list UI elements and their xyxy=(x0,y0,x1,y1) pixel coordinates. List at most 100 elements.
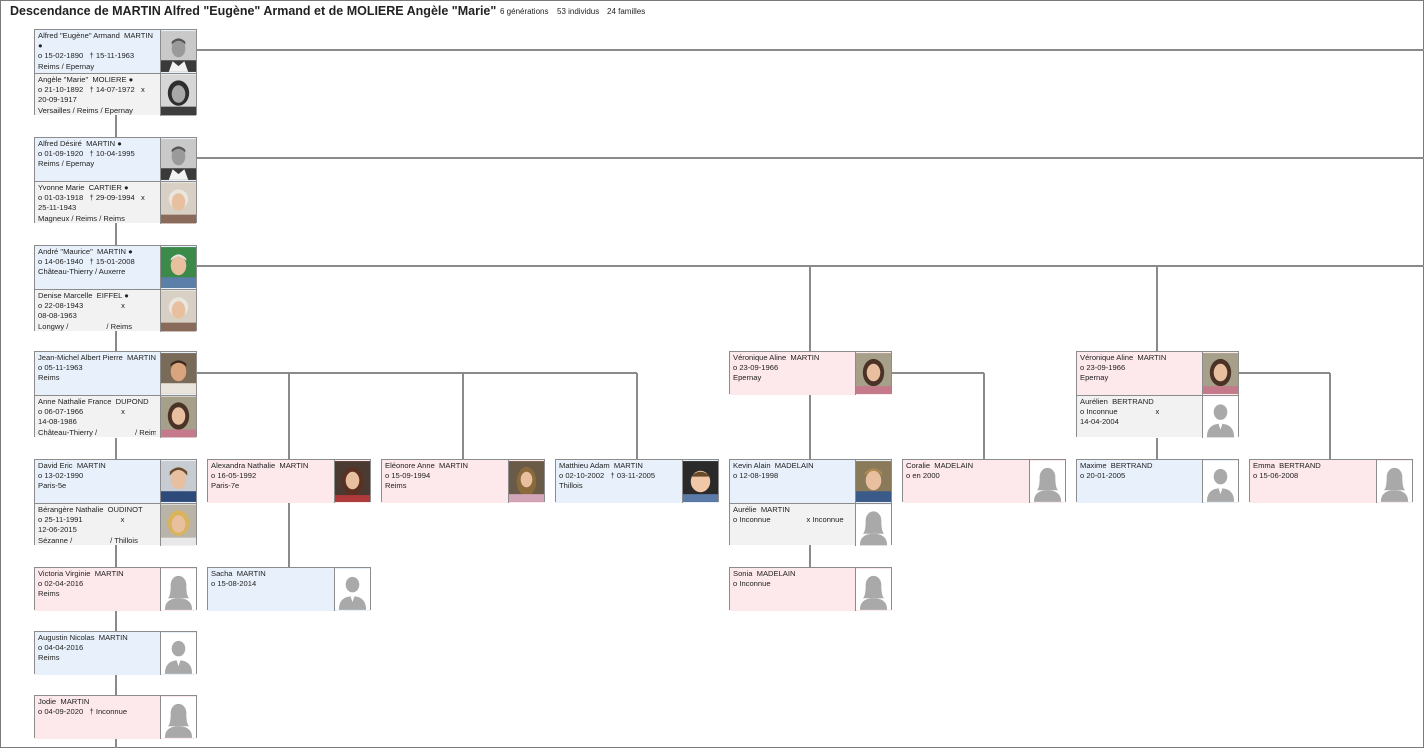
person-name: Alfred "Eugène" Armand MARTIN ● xyxy=(38,31,153,51)
person-box[interactable]: Alexandra Nathalie MARTIN o 16-05-1992 Par… xyxy=(208,460,370,503)
person-box[interactable]: Alfred Désiré MARTIN ● o 01-09-1920 † 10-… xyxy=(35,138,196,181)
person-card[interactable]: Eléonore Anne MARTIN o 15-09-1994 Reims xyxy=(381,459,545,503)
person-text: Sacha MARTIN o 15-08-2014 xyxy=(211,569,330,589)
person-photo xyxy=(160,182,196,224)
person-box[interactable]: Victoria Virginie MARTIN o 02-04-2016 Reim… xyxy=(35,568,196,611)
person-box[interactable]: Jean-Michel Albert Pierre MARTIN o 05-11-… xyxy=(35,352,196,395)
family-card[interactable]: Jean-Michel Albert Pierre MARTIN o 05-11-… xyxy=(34,351,197,438)
avatar-placeholder-icon xyxy=(855,504,891,546)
person-dates: o Inconnue x 14-04-2004 xyxy=(1080,407,1160,427)
person-places: Paris-5e xyxy=(38,481,67,491)
family-card[interactable]: Kevin Alain MADELAIN o 12-08-1998 Aurélie … xyxy=(729,459,892,546)
family-card[interactable]: Alfred "Eugène" Armand MARTIN ● o 15-02-1… xyxy=(34,29,197,116)
person-text: Victoria Virginie MARTIN o 02-04-2016 Reim… xyxy=(38,569,156,600)
person-places: Paris-7e xyxy=(211,481,240,491)
person-dates: o 01-09-1920 † 10-04-1995 xyxy=(38,149,135,159)
person-card[interactable]: Sacha MARTIN o 15-08-2014 xyxy=(207,567,371,611)
person-box[interactable]: Sonia MADELAIN o Inconnue xyxy=(730,568,891,611)
person-photo xyxy=(334,460,370,503)
person-box[interactable]: Alfred "Eugène" Armand MARTIN ● o 15-02-1… xyxy=(35,30,196,73)
person-box[interactable]: Eléonore Anne MARTIN o 15-09-1994 Reims xyxy=(382,460,544,503)
person-name: Jean-Michel Albert Pierre MARTIN xyxy=(38,353,156,362)
person-box[interactable]: Véronique Aline MARTIN o 23-09-1966 Eperna… xyxy=(730,352,891,395)
person-dates: o 02-10-2002 † 03-11-2005 xyxy=(559,471,656,481)
avatar-placeholder-icon xyxy=(855,568,891,611)
family-card[interactable]: André "Maurice" MARTIN ● o 14-06-1940 † 1… xyxy=(34,245,197,332)
avatar-placeholder-icon xyxy=(1029,460,1065,503)
person-card[interactable]: Véronique Aline MARTIN o 23-09-1966 Eperna… xyxy=(729,351,892,395)
family-card[interactable]: Alfred Désiré MARTIN ● o 01-09-1920 † 10-… xyxy=(34,137,197,224)
person-name: Aurélien BERTRAND xyxy=(1080,397,1154,406)
person-dates: o 14-06-1940 † 15-01-2008 xyxy=(38,257,135,267)
person-photo xyxy=(160,352,196,395)
person-box[interactable]: David Eric MARTIN o 13-02-1990 Paris-5e xyxy=(35,460,196,503)
person-name: Eléonore Anne MARTIN xyxy=(385,461,469,470)
person-dates: o 04-09-2020 † Inconnue xyxy=(38,707,128,717)
person-card[interactable]: Emma BERTRAND o 15-06-2008 xyxy=(1249,459,1413,503)
avatar-placeholder-icon xyxy=(160,568,196,611)
person-box[interactable]: Matthieu Adam MARTIN o 02-10-2002 † 03-11… xyxy=(556,460,718,503)
person-card[interactable]: Alexandra Nathalie MARTIN o 16-05-1992 Par… xyxy=(207,459,371,503)
person-card[interactable]: Augustin Nicolas MARTIN o 04-04-2016 Reims xyxy=(34,631,197,675)
person-box[interactable]: Coralie MADELAIN o en 2000 xyxy=(903,460,1065,503)
person-text: Maxime BERTRAND o 20-01-2005 xyxy=(1080,461,1198,481)
person-dates: o 20-01-2005 xyxy=(1080,471,1126,481)
person-box[interactable]: Maxime BERTRAND o 20-01-2005 xyxy=(1077,460,1238,503)
person-box[interactable]: Jodie MARTIN o 04-09-2020 † Inconnue xyxy=(35,696,196,739)
family-card[interactable]: Véronique Aline MARTIN o 23-09-1966 Eperna… xyxy=(1076,351,1239,438)
family-card[interactable]: David Eric MARTIN o 13-02-1990 Paris-5e Bér… xyxy=(34,459,197,546)
person-photo xyxy=(160,74,196,116)
person-places: Thillois xyxy=(559,481,583,491)
person-text: David Eric MARTIN o 13-02-1990 Paris-5e xyxy=(38,461,156,492)
person-card[interactable]: Victoria Virginie MARTIN o 02-04-2016 Reim… xyxy=(34,567,197,611)
person-name: Kevin Alain MADELAIN xyxy=(733,461,814,470)
avatar-placeholder-icon xyxy=(160,696,196,739)
person-box[interactable]: Véronique Aline MARTIN o 23-09-1966 Eperna… xyxy=(1077,352,1238,395)
person-box[interactable]: Denise Marcelle EIFFEL ● o 22-08-1943 x 0… xyxy=(35,289,196,332)
person-box[interactable]: Anne Nathalie France DUPOND o 06-07-1966 … xyxy=(35,395,196,438)
person-box[interactable]: Kevin Alain MADELAIN o 12-08-1998 xyxy=(730,460,891,503)
person-photo xyxy=(682,460,718,503)
person-text: Anne Nathalie France DUPOND o 06-07-1966 … xyxy=(38,397,156,438)
person-box[interactable]: Sacha MARTIN o 15-08-2014 xyxy=(208,568,370,611)
person-places: Magneux / Reims / Reims xyxy=(38,213,125,223)
person-text: Aurélien BERTRAND o Inconnue x 14-04-2004 xyxy=(1080,397,1198,428)
person-card[interactable]: Matthieu Adam MARTIN o 02-10-2002 † 03-11… xyxy=(555,459,719,503)
person-box[interactable]: Aurélien BERTRAND o Inconnue x 14-04-2004 xyxy=(1077,395,1238,438)
person-photo xyxy=(855,460,891,503)
person-card[interactable]: Coralie MADELAIN o en 2000 xyxy=(902,459,1066,503)
person-dates: o 01-03-1918 † 29-09-1994 x 25-11-1943 xyxy=(38,193,145,213)
person-text: Eléonore Anne MARTIN o 15-09-1994 Reims xyxy=(385,461,504,492)
person-dates: o 12-08-1998 xyxy=(733,471,779,481)
person-places: Longwy / / Reims xyxy=(38,321,133,331)
person-places: Reims / Epernay xyxy=(38,61,95,71)
person-text: Bérangère Nathalie OUDINOT o 25-11-1991 x… xyxy=(38,505,156,546)
person-places: Château-Thierry / Auxerre xyxy=(38,267,126,277)
person-dates: o 15-02-1890 † 15-11-1963 xyxy=(38,51,135,61)
person-name: Angèle "Marie" MOLIERE ● xyxy=(38,75,134,84)
person-places: Sézanne / / Thillois xyxy=(38,535,138,545)
person-box[interactable]: André "Maurice" MARTIN ● o 14-06-1940 † 1… xyxy=(35,246,196,289)
person-dates: o 13-02-1990 xyxy=(38,471,84,481)
person-text: Véronique Aline MARTIN o 23-09-1966 Eperna… xyxy=(1080,353,1198,384)
person-name: Sonia MADELAIN xyxy=(733,569,796,578)
person-text: Alfred Désiré MARTIN ● o 01-09-1920 † 10-… xyxy=(38,139,156,170)
person-photo xyxy=(1202,352,1238,395)
person-name: Sacha MARTIN xyxy=(211,569,266,578)
avatar-placeholder-icon xyxy=(334,568,370,611)
person-text: Angèle "Marie" MOLIERE ● o 21-10-1892 † 1… xyxy=(38,75,156,116)
person-name: Aurélie MARTIN xyxy=(733,505,790,514)
person-box[interactable]: Augustin Nicolas MARTIN o 04-04-2016 Reims xyxy=(35,632,196,675)
person-text: Véronique Aline MARTIN o 23-09-1966 Eperna… xyxy=(733,353,851,384)
person-text: Aurélie MARTIN o Inconnue x Inconnue xyxy=(733,505,851,525)
person-card[interactable]: Maxime BERTRAND o 20-01-2005 xyxy=(1076,459,1239,503)
person-box[interactable]: Bérangère Nathalie OUDINOT o 25-11-1991 x… xyxy=(35,503,196,546)
person-card[interactable]: Sonia MADELAIN o Inconnue xyxy=(729,567,892,611)
person-box[interactable]: Emma BERTRAND o 15-06-2008 xyxy=(1250,460,1412,503)
person-name: Bérangère Nathalie OUDINOT xyxy=(38,505,143,514)
person-text: André "Maurice" MARTIN ● o 14-06-1940 † 1… xyxy=(38,247,156,278)
person-box[interactable]: Yvonne Marie CARTIER ● o 01-03-1918 † 29-… xyxy=(35,181,196,224)
person-box[interactable]: Aurélie MARTIN o Inconnue x Inconnue xyxy=(730,503,891,546)
person-box[interactable]: Angèle "Marie" MOLIERE ● o 21-10-1892 † 1… xyxy=(35,73,196,116)
person-card[interactable]: Jodie MARTIN o 04-09-2020 † Inconnue xyxy=(34,695,197,739)
